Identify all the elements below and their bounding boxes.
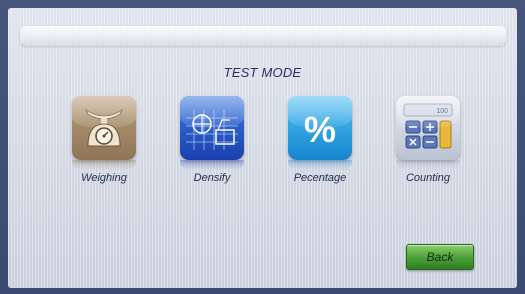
mode-counting-button[interactable]: 100 Counting	[388, 96, 468, 184]
icon-reflection	[396, 160, 460, 170]
percent-icon: %	[288, 96, 352, 160]
mode-label: Weighing	[81, 172, 127, 184]
mode-label: Counting	[405, 172, 451, 184]
back-button[interactable]: Back	[406, 244, 474, 270]
mode-label: Pecentage	[293, 172, 347, 184]
page-title: TEST MODE	[223, 65, 302, 80]
icon-reflection	[288, 160, 352, 170]
calculator-display: 100	[436, 108, 448, 115]
mode-percentage-button[interactable]: % Pecentage	[280, 96, 360, 184]
mode-weighing-button[interactable]: Weighing	[64, 96, 144, 184]
mode-density-button[interactable]: Densify	[172, 96, 252, 184]
scale-icon	[72, 96, 136, 160]
touch-screen: TEST MODE Weighing Densify % Pecentage 1…	[8, 8, 517, 288]
icon-reflection	[180, 160, 244, 170]
device-frame: TEST MODE Weighing Densify % Pecentage 1…	[0, 0, 525, 294]
icon-reflection	[72, 160, 136, 170]
percent-symbol: %	[304, 109, 336, 150]
status-bar	[20, 26, 506, 46]
mode-label: Densify	[193, 172, 231, 184]
density-icon	[180, 96, 244, 160]
calculator-icon: 100	[396, 96, 460, 160]
